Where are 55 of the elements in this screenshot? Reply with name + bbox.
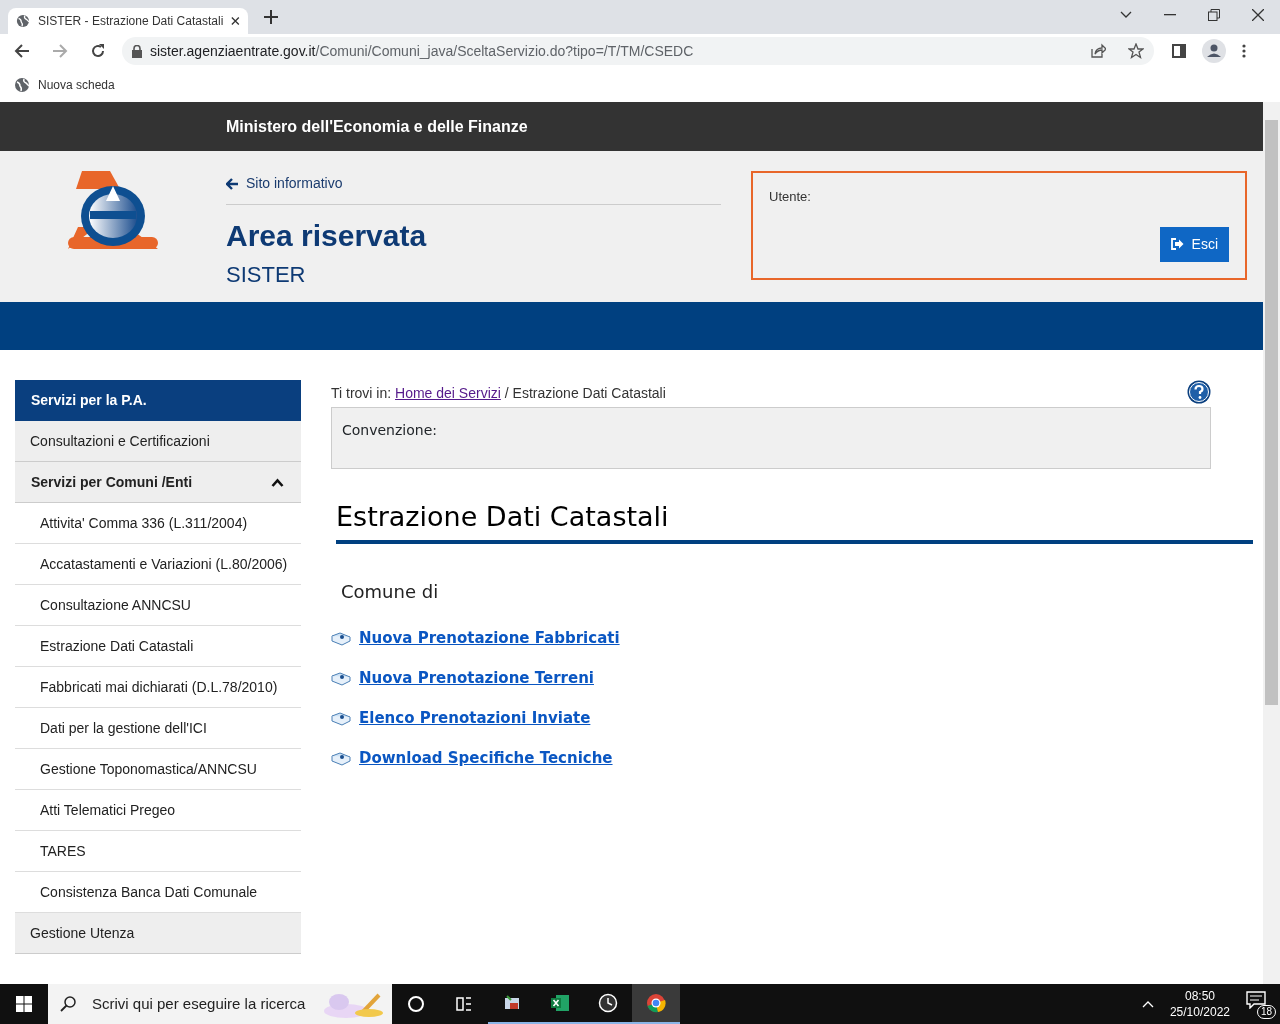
globe-icon <box>14 77 30 93</box>
sidebar-item[interactable]: Gestione Utenza <box>15 913 301 954</box>
chevron-up-icon[interactable] <box>271 477 284 487</box>
service-link[interactable]: Nuova Prenotazione Terreni <box>359 667 594 690</box>
chevron-down-icon[interactable] <box>1120 11 1132 19</box>
logout-button[interactable]: Esci <box>1159 226 1229 262</box>
help-icon[interactable] <box>1187 380 1211 404</box>
new-tab-icon[interactable] <box>264 10 278 24</box>
url-text: sister.agenziaentrate.gov.it/Comuni/Comuni_java/SceltaServizio.do?tipo=/T/TM/CSEDC <box>150 41 695 61</box>
task-view-circle-icon[interactable] <box>406 994 426 1014</box>
windows-start-icon[interactable] <box>16 996 32 1012</box>
user-label: Utente: <box>769 188 812 206</box>
browser-icon[interactable] <box>646 993 666 1013</box>
minimize-icon[interactable] <box>1164 14 1176 16</box>
notification-count: 18 <box>1256 1005 1276 1019</box>
restore-icon[interactable] <box>1208 9 1220 21</box>
bookmark[interactable]: Nuova scheda <box>14 76 115 94</box>
clock-icon[interactable] <box>598 993 618 1013</box>
page-header-title: Area riservata <box>226 218 428 254</box>
search-icon <box>60 996 76 1012</box>
menu-icon[interactable] <box>1242 44 1246 58</box>
task-view-icon[interactable] <box>454 994 474 1014</box>
profile-icon[interactable] <box>1202 39 1226 63</box>
address-bar[interactable]: sister.agenziaentrate.gov.it/Comuni/Comuni_java/SceltaServizio.do?tipo=/T/TM/CSEDC <box>122 37 1154 65</box>
logout-icon <box>1170 238 1184 250</box>
side-panel-icon[interactable] <box>1172 44 1186 58</box>
close-icon[interactable] <box>1252 9 1264 21</box>
back-link[interactable]: Sito informativo <box>226 173 721 205</box>
breadcrumb-link[interactable]: Home dei Servizi <box>395 385 501 401</box>
taskbar-clock[interactable]: 08:50 25/10/2022 <box>1169 987 1230 1021</box>
page-title: Estrazione Dati Catastali <box>336 501 669 532</box>
convention-label: Convenzione: <box>342 422 437 438</box>
service-link[interactable]: Nuova Prenotazione Fabbricati <box>359 627 620 650</box>
service-link[interactable]: Download Specifiche Tecniche <box>359 747 613 770</box>
back-arrow-icon <box>226 177 238 190</box>
chat-icon <box>1246 991 1266 1009</box>
sidebar-item[interactable]: Servizi per Comuni /Enti <box>15 462 301 503</box>
back-arrow-icon[interactable] <box>14 43 30 59</box>
spreadsheet-icon[interactable] <box>550 993 570 1013</box>
share-icon[interactable] <box>1090 43 1106 59</box>
breadcrumb-trail: Ti trovi in: Home dei Servizi / Estrazione Dati Catastali <box>331 384 666 403</box>
section-title: Comune di <box>341 580 439 602</box>
reload-icon[interactable] <box>90 43 106 59</box>
page-header-subtitle: SISTER <box>226 261 307 289</box>
sidebar-title: Servizi per la P.A. <box>15 380 301 421</box>
sidebar-item[interactable]: Consultazioni e Certificazioni <box>15 421 301 462</box>
star-icon[interactable] <box>1128 43 1144 59</box>
ministry-title: Ministero dell'Economia e delle Finanze <box>226 116 528 137</box>
service-link[interactable]: Elenco Prenotazioni Inviate <box>359 707 591 730</box>
close-icon[interactable] <box>231 16 240 26</box>
browser-tab[interactable]: SISTER - Estrazione Dati Catastali <box>8 8 248 34</box>
globe-icon <box>16 13 30 29</box>
taskbar-search[interactable]: Scrivi qui per eseguire la ricerca <box>48 984 392 1024</box>
lock-icon <box>132 44 142 58</box>
scrollbar[interactable] <box>1263 102 1280 984</box>
